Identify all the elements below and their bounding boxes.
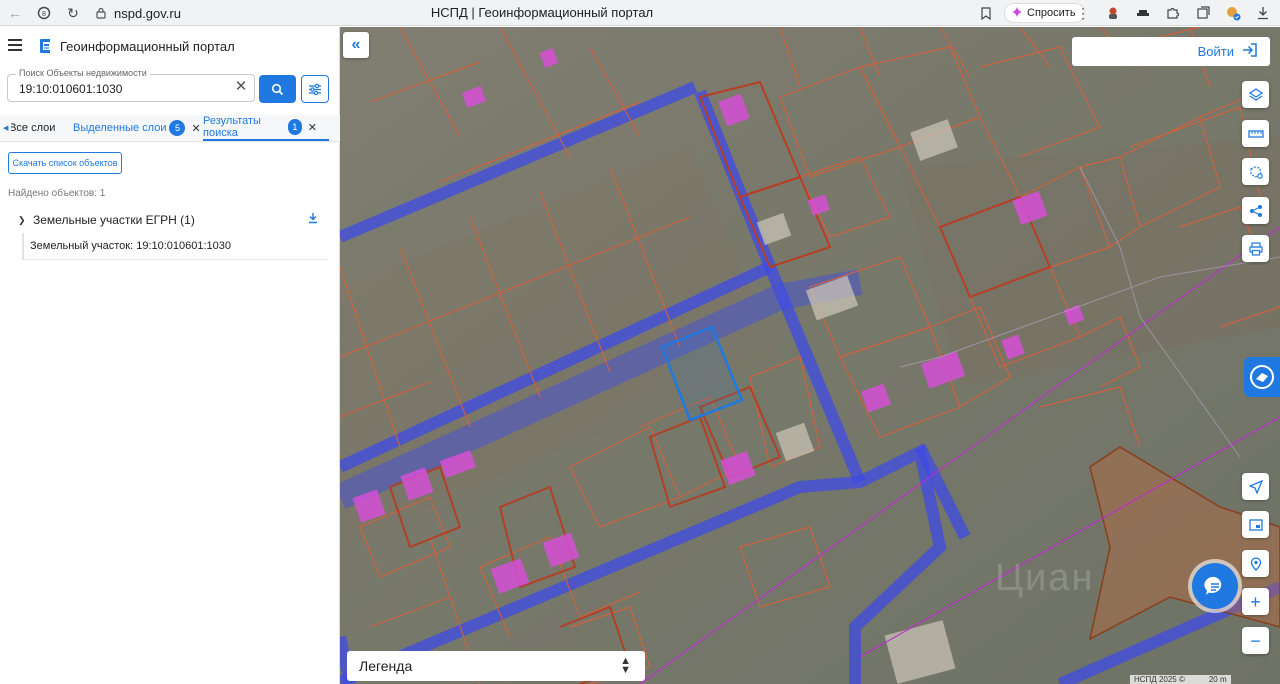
minimap-button[interactable] — [1242, 511, 1269, 538]
tab-search-results[interactable]: Результаты поиска 1 ✕ — [203, 115, 329, 141]
search-input-label: Поиск Объекты недвижимости — [16, 68, 150, 78]
search-input-value[interactable]: 19:10:010601:1030 — [19, 82, 122, 96]
download-icon[interactable] — [1252, 2, 1274, 24]
close-tab-icon[interactable]: ✕ — [308, 121, 317, 134]
back-arrow-icon[interactable]: ← — [4, 2, 26, 24]
bookmark-icon[interactable] — [975, 2, 997, 24]
map-watermark: Циан — [995, 557, 1095, 599]
lock-icon — [94, 6, 108, 20]
login-button[interactable]: Войти — [1072, 37, 1270, 66]
scroll-left-icon[interactable]: ◀ — [3, 124, 8, 132]
scale-label: 20 m — [1208, 675, 1227, 684]
share-button[interactable] — [1242, 197, 1269, 224]
reload-icon[interactable]: ↻ — [62, 2, 84, 24]
tab-selected-layers[interactable]: Выделенные слои 5 ✕ — [73, 115, 201, 141]
filter-sliders-icon — [309, 83, 321, 95]
selection-area-icon — [1249, 165, 1263, 179]
result-group-land-parcels[interactable]: ❯ Земельные участки ЕГРН (1) — [18, 211, 328, 229]
download-object-list-button[interactable]: Скачать список объектов — [8, 152, 122, 174]
address-bar[interactable]: nspd.gov.ru — [90, 3, 990, 23]
map-view[interactable]: Циан « Войти + − Легенда ▲ ▼ НСПД 2025 ©… — [340, 27, 1280, 684]
zoom-in-button[interactable]: + — [1242, 588, 1269, 615]
result-group-label: Земельные участки ЕГРН (1) — [33, 213, 195, 227]
tab-all-layers[interactable]: ◀ Все слои — [3, 115, 55, 141]
hamburger-menu-icon[interactable] — [8, 36, 26, 54]
ai-sparkle-icon — [1011, 6, 1023, 21]
attribution-copyright: НСПД 2025 © — [1134, 675, 1185, 684]
measure-ruler-button[interactable] — [1242, 120, 1269, 147]
close-tab-icon[interactable]: ✕ — [191, 122, 200, 135]
navigation-arrow-icon — [1248, 479, 1263, 494]
login-label: Войти — [1197, 44, 1234, 59]
search-filters-button[interactable] — [301, 75, 329, 103]
tab-all-layers-label: Все слои — [11, 122, 56, 134]
locate-me-button[interactable] — [1242, 550, 1269, 577]
panel-tabs: ◀ Все слои Выделенные слои 5 ✕ Результат… — [0, 115, 340, 141]
search-icon — [271, 83, 284, 95]
chat-bubble-icon — [1204, 576, 1222, 595]
hat-extension-icon[interactable] — [1132, 2, 1154, 24]
extension-avatar-icon[interactable] — [1102, 2, 1124, 24]
login-icon — [1242, 43, 1258, 60]
ruler-icon — [1247, 129, 1264, 138]
protect-shield-icon[interactable]: 8 — [33, 2, 55, 24]
zoom-out-button[interactable]: − — [1242, 627, 1269, 654]
minus-icon: − — [1250, 630, 1261, 651]
collections-icon[interactable] — [1192, 2, 1214, 24]
collapse-panel-button[interactable]: « — [343, 32, 369, 58]
ask-ai-label: Спросить — [1027, 7, 1076, 19]
geolocation-button[interactable] — [1242, 473, 1269, 500]
side-widget-button[interactable] — [1244, 357, 1280, 397]
search-button[interactable] — [259, 75, 296, 103]
chat-button[interactable] — [1192, 563, 1238, 609]
legend-dropdown[interactable]: Легенда ▲ ▼ — [347, 651, 645, 681]
tab-search-results-label: Результаты поиска — [203, 115, 261, 139]
location-pin-icon — [1250, 556, 1261, 571]
chevron-down-icon[interactable]: ❯ — [18, 215, 28, 226]
download-icon[interactable] — [306, 212, 320, 226]
profile-extension-icon[interactable] — [1222, 2, 1244, 24]
tab-selected-layers-label: Выделенные слои — [73, 122, 167, 134]
portal-logo-icon — [38, 38, 52, 54]
svg-text:8: 8 — [42, 11, 46, 18]
browser-toolbar: ← 8 ↻ nspd.gov.ru НСПД | Геоинформационн… — [0, 0, 1280, 26]
map-attribution: НСПД 2025 © 20 m — [1130, 675, 1231, 684]
layers-icon — [1248, 87, 1263, 101]
clear-search-icon[interactable]: ✕ — [234, 79, 248, 94]
selected-layers-count-badge: 5 — [169, 120, 186, 136]
extensions-puzzle-icon[interactable] — [1162, 2, 1184, 24]
layers-button[interactable] — [1242, 81, 1269, 108]
area-select-button[interactable] — [1242, 158, 1269, 185]
search-results-count-badge: 1 — [288, 119, 302, 135]
minimap-icon — [1248, 518, 1263, 531]
legend-label: Легенда — [359, 658, 413, 674]
print-button[interactable] — [1242, 235, 1269, 262]
printer-icon — [1248, 241, 1263, 256]
side-panel: Геоинформационный портал Поиск Объекты н… — [0, 27, 340, 684]
expand-arrows-icon: ▲ ▼ — [620, 655, 631, 676]
search-input[interactable]: Поиск Объекты недвижимости 19:10:010601:… — [7, 68, 255, 102]
found-objects-count: Найдено объектов: 1 — [8, 188, 106, 199]
app-title: Геоинформационный портал — [60, 39, 235, 54]
share-icon — [1249, 204, 1262, 217]
result-item-land-parcel[interactable]: Земельный участок: 19:10:010601:1030 — [22, 233, 328, 260]
plus-icon: + — [1250, 591, 1261, 612]
url-text: nspd.gov.ru — [114, 5, 181, 21]
satellite-map[interactable] — [340, 27, 1280, 684]
more-vertical-icon[interactable]: ⋮ — [1072, 2, 1094, 24]
widget-logo-icon — [1250, 365, 1274, 389]
